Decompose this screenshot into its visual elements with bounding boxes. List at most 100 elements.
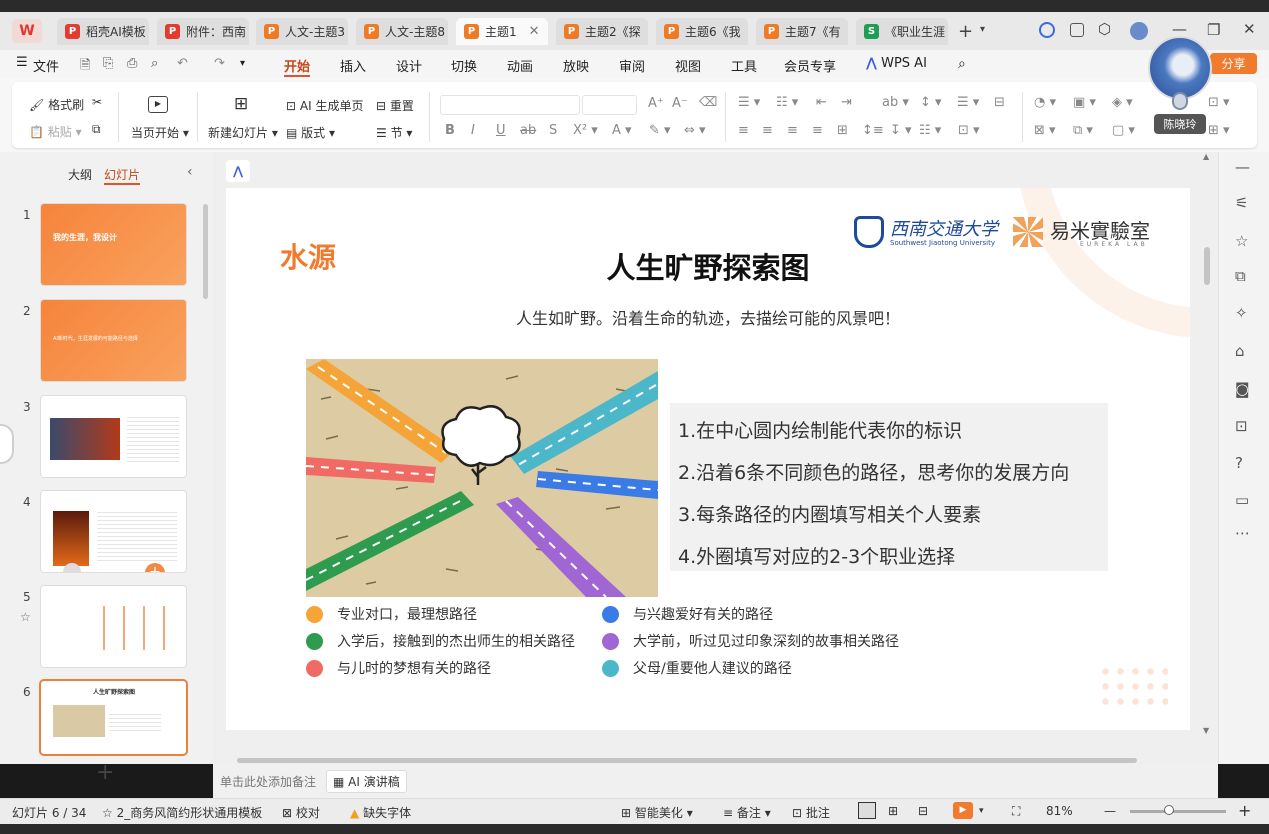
font-size-combo[interactable] — [582, 95, 637, 115]
tab-8[interactable]: P 主题7《有 — [756, 18, 848, 45]
horizontal-scrollbar[interactable] — [237, 758, 1137, 763]
columns-icon[interactable]: ☰ ▾ — [957, 95, 979, 110]
print-preview-icon[interactable]: ⌕ — [151, 56, 158, 71]
line-spacing-icon[interactable]: ↕≡ — [862, 123, 884, 138]
floating-widget-icon[interactable] — [0, 424, 14, 464]
tab-menu-chevron-icon[interactable]: ▾ — [980, 24, 985, 35]
new-slide-button[interactable]: 新建幻灯片 ▾ — [208, 124, 278, 141]
tab-3[interactable]: P 人文-主题3 — [256, 18, 348, 45]
cut-icon[interactable]: ✂ — [92, 95, 102, 109]
export-pdf-icon[interactable]: ⎘ — [103, 56, 113, 71]
zoom-in-icon[interactable]: + — [1238, 801, 1251, 820]
menu-8[interactable]: 视图 — [675, 56, 701, 75]
thumb-4-add-icon[interactable]: + — [145, 563, 165, 572]
paste-button[interactable]: 📋 粘贴 ▾ — [29, 123, 82, 140]
reset-button[interactable]: ⊟ 重置 — [376, 97, 414, 114]
arrange-icon[interactable]: ⧉ ▾ — [1073, 123, 1093, 138]
tab-7[interactable]: P 主题6《我 — [656, 18, 748, 45]
face-icon[interactable] — [1039, 22, 1055, 38]
collapse-panel-icon[interactable]: ‹ — [187, 164, 193, 180]
slide-thumbnail-6[interactable]: 人生旷野探索图 — [41, 681, 186, 754]
quick-access-chevron-icon[interactable]: ▾ — [240, 58, 245, 69]
video-bubble[interactable] — [1148, 36, 1212, 100]
text-frame-icon[interactable]: ⊠ ▾ — [1034, 123, 1056, 138]
close-window-icon[interactable]: ✕ — [1243, 20, 1256, 38]
paths-illustration[interactable] — [306, 359, 658, 597]
font-color-icon[interactable]: A ▾ — [612, 123, 632, 138]
wps-logo[interactable]: W — [12, 19, 42, 43]
ai-script-button[interactable]: ▦ AI 演讲稿 — [326, 770, 407, 793]
menu-4[interactable]: 切换 — [451, 56, 477, 75]
more-icon[interactable]: ⋯ — [1235, 524, 1250, 542]
text-box-icon[interactable]: ⊟ — [994, 95, 1005, 110]
animation-icon[interactable]: ✧ — [1235, 304, 1248, 322]
panel-toggle-icon[interactable]: — — [1235, 158, 1250, 176]
comment-icon[interactable]: ▭ — [1235, 491, 1249, 509]
slide-thumbnail-3[interactable] — [41, 396, 186, 477]
menu-10[interactable]: 会员专享 — [784, 56, 836, 75]
numbered-list-icon[interactable]: ☷ ▾ — [776, 95, 798, 110]
select-icon[interactable]: ⊞ ▾ — [1208, 123, 1230, 138]
strikethrough-icon[interactable]: ab — [520, 123, 536, 138]
redo-icon[interactable]: ↷ — [214, 56, 225, 71]
zoom-slider-thumb[interactable] — [1164, 805, 1174, 815]
vertical-scrollbar[interactable] — [1204, 247, 1210, 285]
section-button[interactable]: ☰ 节 ▾ — [376, 124, 412, 141]
help-icon[interactable]: ? — [1235, 454, 1243, 472]
fill-icon[interactable]: ◈ ▾ — [1112, 95, 1133, 110]
play-options-chevron-icon[interactable]: ▾ — [979, 806, 984, 816]
distribute-icon[interactable]: ⊞ — [837, 123, 848, 138]
menu-7[interactable]: 审阅 — [619, 56, 645, 75]
print-icon[interactable]: ⎙ — [127, 56, 137, 71]
shirt-icon[interactable]: ⌂ — [1235, 342, 1245, 360]
notes-toggle[interactable]: ≡ 备注 ▾ — [723, 804, 771, 821]
outline-tab[interactable]: 大纲 — [68, 166, 92, 183]
missing-font-button[interactable]: ▲ 缺失字体 — [350, 804, 411, 821]
format-brush-button[interactable]: 🖌 格式刷 — [29, 96, 84, 113]
char-spacing-icon[interactable]: ⇔ ▾ — [684, 123, 706, 138]
outline-icon[interactable]: ▢ ▾ — [1112, 123, 1135, 138]
template-name[interactable]: ☆ 2_商务风简约形状通用模板 — [102, 804, 262, 821]
comment-toggle[interactable]: ⊡ 批注 — [792, 804, 830, 821]
text-direction-icon[interactable]: ab ▾ — [882, 95, 909, 110]
record-icon[interactable]: ◙ — [1235, 380, 1250, 398]
tab-2[interactable]: P 附件：西南 — [157, 18, 249, 45]
review-icon[interactable]: ⊡ — [1235, 417, 1248, 435]
zoom-slider[interactable] — [1130, 810, 1226, 813]
shape-icon[interactable]: ◔ ▾ — [1034, 95, 1056, 110]
favorite-icon[interactable]: ☆ — [1235, 232, 1248, 250]
find-icon[interactable]: ⊡ ▾ — [1208, 95, 1230, 110]
restore-icon[interactable]: ❐ — [1207, 21, 1220, 39]
picture-icon[interactable]: ▣ ▾ — [1073, 95, 1096, 110]
font-name-combo[interactable] — [440, 95, 580, 115]
proofread-button[interactable]: ⊠ 校对 — [282, 804, 320, 821]
clear-format-icon[interactable]: ⌫ — [699, 95, 717, 110]
shrink-font-icon[interactable]: A⁻ — [672, 96, 688, 111]
tab-6[interactable]: P 主题2《探 — [556, 18, 648, 45]
box-icon[interactable]: ⬡ — [1098, 20, 1111, 38]
italic-icon[interactable]: I — [471, 123, 475, 138]
justify-icon[interactable]: ≡ — [812, 123, 823, 138]
sorter-view-icon[interactable]: ⊞ — [888, 804, 898, 818]
play-slideshow-icon[interactable]: ▶ — [953, 802, 973, 819]
menu-5[interactable]: 动画 — [507, 56, 533, 75]
slide-thumbnail-4[interactable]: + — [41, 491, 186, 572]
fit-window-icon[interactable]: ⛶ — [1012, 804, 1020, 819]
slide-canvas[interactable]: 水源 人生旷野探索图 人生如旷野。沿着生命的轨迹，去描绘可能的风景吧！ 西南交通… — [226, 188, 1190, 730]
menu-2[interactable]: 插入 — [340, 56, 366, 75]
menu-6[interactable]: 放映 — [563, 56, 589, 75]
notes-placeholder[interactable]: 单击此处添加备注 — [220, 773, 316, 790]
copy-style-icon[interactable]: ⧉ — [1235, 267, 1246, 285]
normal-view-icon[interactable] — [858, 802, 876, 819]
new-slide-icon[interactable]: ⊞ — [234, 94, 248, 114]
wps-ai-menu[interactable]: ⋀ WPS AI — [866, 56, 927, 71]
adjust-icon[interactable]: ⚟ — [1235, 194, 1248, 212]
copy-icon[interactable]: ⧉ — [92, 122, 101, 137]
tab-1[interactable]: P 稻壳AI模板 — [57, 18, 149, 45]
undo-icon[interactable]: ↶ — [177, 56, 188, 71]
new-tab-icon[interactable]: + — [958, 21, 973, 42]
window-copy-icon[interactable] — [1070, 23, 1084, 37]
hamburger-icon[interactable]: ☰ — [16, 55, 28, 70]
decrease-indent-icon[interactable]: ⇤ — [816, 95, 827, 110]
tab-5[interactable]: P 主题1 ✕ — [456, 18, 548, 45]
